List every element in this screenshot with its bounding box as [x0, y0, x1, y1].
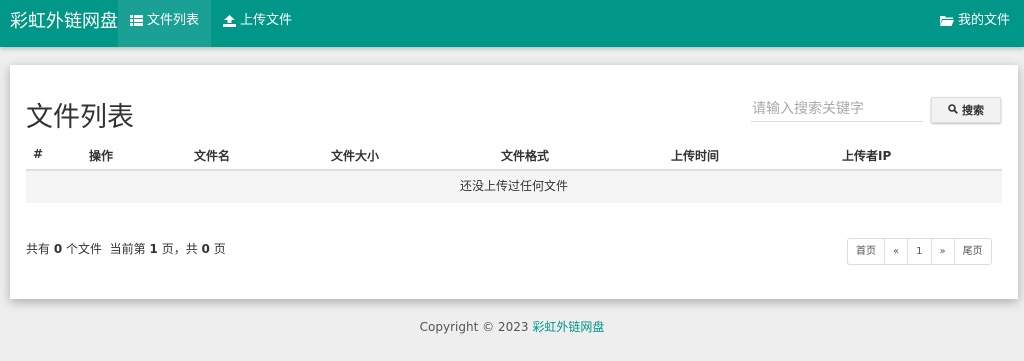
search-input[interactable] [751, 96, 923, 122]
column-header-filesize: 文件大小 [331, 149, 380, 163]
empty-table-message: 还没上传过任何文件 [26, 171, 1002, 203]
nav-item-label: 文件列表 [147, 12, 200, 28]
nav-item-label: 我的文件 [958, 12, 1011, 28]
summary-text: 页，共 [161, 242, 198, 256]
first-page-button[interactable]: 首页 [848, 239, 884, 264]
current-page-number: 1 [149, 242, 158, 256]
copyright-text: Copyright © 2023 [419, 320, 529, 334]
table-header-row: # 操作 文件名 文件大小 文件格式 上传时间 上传者IP [26, 141, 1002, 171]
pagination: 首页 « 1 » 尾页 [847, 238, 992, 265]
column-header-uploader-ip: 上传者IP [842, 149, 892, 163]
upload-icon [223, 14, 236, 27]
folder-open-icon [940, 15, 954, 26]
list-icon [130, 15, 143, 26]
summary-text: 共有 [26, 242, 51, 256]
footer-site-link[interactable]: 彩虹外链网盘 [532, 320, 604, 334]
next-page-button[interactable]: » [930, 239, 954, 264]
brand-logo-text[interactable]: 彩虹外链网盘 [10, 0, 118, 47]
column-header-actions: 操作 [89, 149, 114, 163]
nav-item-upload[interactable]: 上传文件 [211, 0, 304, 47]
nav-item-my-files[interactable]: 我的文件 [928, 0, 1022, 47]
search-button-label: 搜索 [962, 104, 984, 117]
navbar: 彩虹外链网盘 文件列表 上传文件 我的文件 [0, 0, 1024, 47]
total-pages-number: 0 [201, 242, 210, 256]
column-header-filename: 文件名 [194, 149, 231, 163]
column-header-upload-time: 上传时间 [671, 149, 720, 163]
file-count: 0 [53, 242, 63, 256]
search-icon [948, 103, 958, 117]
column-header-index: # [33, 147, 44, 161]
nav-item-label: 上传文件 [240, 12, 293, 28]
file-summary: 共有 0 个文件 当前第 1 页，共 0 页 [26, 240, 226, 257]
file-table: # 操作 文件名 文件大小 文件格式 上传时间 上传者IP 还没上传过任何文件 [26, 141, 1002, 203]
nav-item-file-list[interactable]: 文件列表 [118, 0, 212, 47]
summary-text: 个文件 当前第 [66, 242, 146, 256]
page-title: 文件列表 [26, 102, 134, 133]
summary-text: 页 [213, 242, 226, 256]
last-page-button[interactable]: 尾页 [953, 239, 991, 264]
search-button[interactable]: 搜索 [931, 97, 1001, 123]
page-number-button[interactable]: 1 [907, 239, 930, 264]
column-header-filetype: 文件格式 [501, 149, 550, 163]
footer: Copyright © 2023 彩虹外链网盘 [0, 318, 1024, 335]
file-list-panel: 文件列表 搜索 # 操作 文件名 文件大小 文件格式 上传时间 上传者IP 还没… [10, 65, 1018, 299]
prev-page-button[interactable]: « [884, 239, 907, 264]
